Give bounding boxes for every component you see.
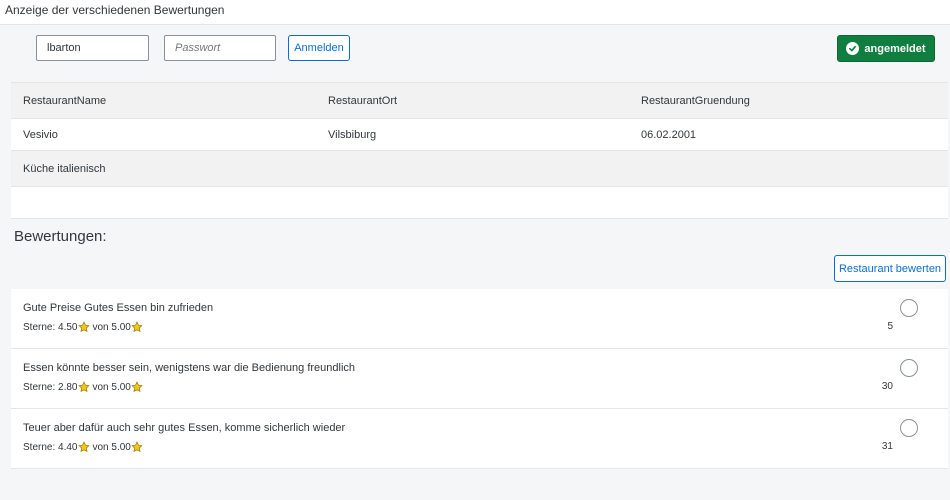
review-text: Gute Preise Gutes Essen bin zufrieden bbox=[23, 302, 214, 314]
star-icon bbox=[131, 441, 143, 453]
review-id: 31 bbox=[881, 441, 893, 452]
rating-value: 4.50 bbox=[58, 321, 78, 333]
restaurant-table: RestaurantName RestaurantOrt RestaurantG… bbox=[11, 82, 948, 219]
rate-restaurant-button[interactable]: Restaurant bewerten bbox=[834, 255, 946, 282]
cuisine-row: Küche italienisch bbox=[11, 151, 948, 187]
login-button[interactable]: Anmelden bbox=[288, 35, 350, 61]
column-header-location: RestaurantOrt bbox=[328, 94, 398, 107]
rating-max: von 5.00 bbox=[92, 321, 131, 333]
star-icon bbox=[131, 321, 143, 333]
restaurant-location: Vilsbiburg bbox=[328, 128, 377, 141]
rating-prefix: Sterne: bbox=[23, 441, 56, 453]
empty-row bbox=[11, 187, 948, 219]
review-rating: Sterne: 4.40 von 5.00 bbox=[23, 441, 146, 453]
restaurant-cuisine: Küche italienisch bbox=[23, 162, 106, 175]
column-header-name: RestaurantName bbox=[23, 94, 107, 107]
username-input[interactable] bbox=[36, 35, 149, 61]
status-label: angemeldet bbox=[864, 42, 926, 55]
star-icon bbox=[77, 441, 90, 453]
app-title: Anzeige der verschiedenen Bewertungen bbox=[0, 0, 950, 25]
review-list: Gute Preise Gutes Essen bin zufrieden St… bbox=[11, 289, 948, 469]
review-radio[interactable] bbox=[900, 299, 918, 317]
table-header-row: RestaurantName RestaurantOrt RestaurantG… bbox=[11, 83, 948, 119]
star-icon bbox=[131, 381, 143, 393]
list-item[interactable]: Teuer aber dafür auch sehr gutes Essen, … bbox=[11, 409, 948, 469]
rating-value: 2.80 bbox=[58, 381, 78, 393]
review-text: Essen könnte besser sein, wenigstens war… bbox=[23, 362, 356, 374]
rating-prefix: Sterne: bbox=[23, 381, 56, 393]
check-icon bbox=[846, 42, 860, 55]
password-input[interactable] bbox=[164, 35, 276, 61]
rating-prefix: Sterne: bbox=[23, 321, 56, 333]
review-text: Teuer aber dafür auch sehr gutes Essen, … bbox=[23, 422, 346, 434]
rating-value: 4.40 bbox=[58, 441, 78, 453]
review-id: 5 bbox=[887, 321, 893, 332]
review-id: 30 bbox=[881, 381, 893, 392]
table-row[interactable]: Vesivio Vilsbiburg 06.02.2001 bbox=[11, 119, 948, 151]
login-bar: Anmelden angemeldet bbox=[0, 26, 950, 70]
restaurant-founded: 06.02.2001 bbox=[641, 128, 697, 141]
reviews-title: Bewertungen: bbox=[14, 228, 107, 245]
column-header-founded: RestaurantGruendung bbox=[641, 94, 750, 107]
review-radio[interactable] bbox=[900, 419, 918, 437]
review-radio[interactable] bbox=[900, 359, 918, 377]
list-item[interactable]: Gute Preise Gutes Essen bin zufrieden St… bbox=[11, 289, 948, 349]
restaurant-name: Vesivio bbox=[23, 128, 58, 141]
star-icon bbox=[77, 381, 90, 393]
review-rating: Sterne: 4.50 von 5.00 bbox=[23, 321, 146, 333]
star-icon bbox=[77, 321, 90, 333]
logged-in-status-button[interactable]: angemeldet bbox=[837, 35, 935, 62]
rating-max: von 5.00 bbox=[92, 441, 131, 453]
review-rating: Sterne: 2.80 von 5.00 bbox=[23, 381, 146, 393]
rating-max: von 5.00 bbox=[92, 381, 131, 393]
list-item[interactable]: Essen könnte besser sein, wenigstens war… bbox=[11, 349, 948, 409]
